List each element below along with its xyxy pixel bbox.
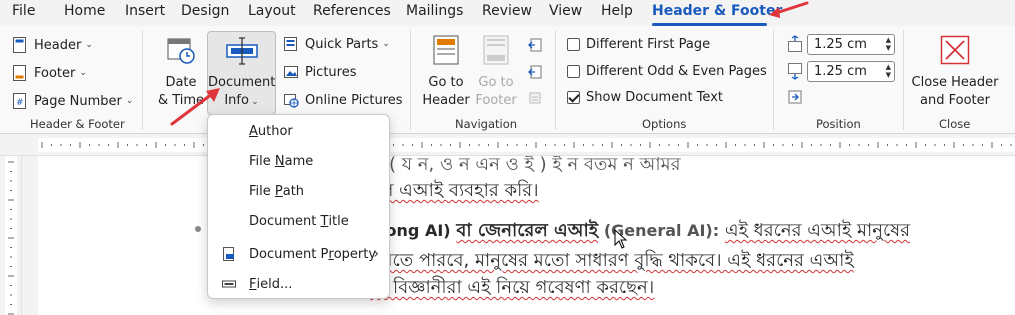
date-time-button[interactable]: Date & Time (155, 32, 207, 114)
group-label-navigation: Navigation (455, 117, 518, 131)
tab-layout[interactable]: Layout (248, 3, 296, 19)
document-line-5: বে বিজ্ঞানীরা এই নিয়ে গবেষণা করছেন। (370, 277, 655, 298)
next-section-icon[interactable] (527, 64, 543, 80)
document-line-3: trong AI) বা জেনারেল এআই (General AI): এ… (370, 220, 911, 241)
tab-view[interactable]: View (549, 3, 582, 19)
group-label-options: Options (642, 117, 687, 131)
different-odd-even-checkbox[interactable]: Different Odd & Even Pages (567, 64, 767, 79)
spinner-arrows-icon[interactable]: ▲ ▼ (886, 63, 891, 79)
close-header-footer-button[interactable]: Close Header and Footer (910, 32, 1000, 114)
menu-item-file-path[interactable]: File Path (208, 177, 389, 205)
tab-header-footer[interactable]: Header & Footer (652, 3, 782, 19)
tab-references[interactable]: References (313, 3, 391, 19)
document-info-button[interactable]: Document Info ⌄ (207, 31, 276, 115)
chevron-down-icon: ⌄ (251, 97, 259, 107)
footer-button[interactable]: Footer ⌄ (12, 64, 87, 82)
menu-bar: File Home Insert Design Layout Reference… (0, 0, 1015, 26)
tab-home[interactable]: Home (64, 3, 105, 19)
link-to-previous-icon (529, 92, 541, 104)
group-label-header-footer: Header & Footer (30, 117, 125, 131)
chevron-down-icon: ⌄ (125, 96, 134, 106)
tab-help[interactable]: Help (601, 3, 633, 19)
tab-file[interactable]: File (12, 3, 35, 19)
menu-item-file-name[interactable]: File Name (208, 147, 389, 175)
group-separator (555, 30, 556, 130)
previous-section-icon[interactable] (527, 37, 543, 53)
pictures-button[interactable]: Pictures (283, 64, 356, 80)
tab-review[interactable]: Review (482, 3, 532, 19)
online-pictures-button[interactable]: Online Pictures (283, 92, 403, 108)
bullet-point (195, 226, 201, 232)
page-number-icon: # (13, 93, 26, 109)
submenu-arrow-icon: › (373, 246, 379, 262)
svg-text:#: # (16, 98, 24, 108)
group-separator (773, 30, 774, 130)
go-to-header-button[interactable]: Go to Header (420, 32, 472, 114)
go-to-footer-icon (483, 35, 509, 65)
group-separator (410, 30, 411, 130)
header-position-icon (788, 35, 802, 52)
go-to-footer-button: Go to Footer (472, 32, 520, 114)
chevron-down-icon: ⌄ (382, 39, 390, 49)
header-from-top-input[interactable]: 1.25 cm ▲ ▼ (807, 34, 895, 55)
footer-from-bottom-input[interactable]: 1.25 cm ▲ ▼ (807, 61, 895, 82)
footer-icon (13, 65, 26, 81)
insert-alignment-tab-icon[interactable] (787, 89, 803, 105)
horizontal-ruler (0, 134, 1015, 156)
document-property-icon (223, 247, 234, 261)
group-label-close: Close (939, 117, 971, 131)
document-line-2: র্বল এআই ব্যবহার করি। (370, 180, 539, 201)
page-number-button[interactable]: # Page Number ⌄ (12, 92, 133, 110)
go-to-header-icon (433, 35, 459, 65)
ribbon: Header ⌄ Footer ⌄ # Page Number ⌄ Header & … (0, 26, 1015, 134)
quick-parts-icon (284, 37, 297, 51)
tab-mailings[interactable]: Mailings (406, 3, 463, 19)
close-icon (940, 35, 970, 65)
document-page[interactable]: ও ( য ন, ও ন এন ও ই ) ই ন বতম ন আমর র্বল… (38, 156, 1015, 315)
chevron-down-icon: ⌄ (85, 40, 93, 50)
header-icon (13, 37, 26, 53)
tab-insert[interactable]: Insert (125, 3, 165, 19)
header-button[interactable]: Header ⌄ (12, 36, 93, 54)
mouse-cursor-icon (614, 229, 628, 249)
checkbox-different-first-page[interactable] (567, 38, 580, 51)
footer-position-icon (788, 63, 802, 80)
document-info-icon (226, 37, 258, 65)
spinner-arrows-icon[interactable]: ▲ ▼ (886, 36, 891, 52)
ruler-ticks (38, 138, 1015, 152)
menu-item-field[interactable]: Field... (208, 270, 389, 298)
group-separator (142, 30, 143, 130)
different-first-page-checkbox[interactable]: Different First Page (567, 37, 710, 52)
document-info-menu: Author File Name File Path Document Titl… (207, 114, 390, 299)
tab-design[interactable]: Design (181, 3, 229, 19)
chevron-down-icon: ⌄ (79, 68, 87, 78)
vertical-ruler (0, 156, 22, 315)
vertical-ruler-ticks (5, 156, 17, 315)
show-document-text-checkbox[interactable]: Show Document Text (567, 90, 723, 105)
checkbox-show-document-text[interactable] (567, 91, 580, 104)
menu-item-document-title[interactable]: Document Title (208, 207, 389, 235)
group-label-position: Position (816, 117, 861, 131)
checkbox-different-odd-even[interactable] (567, 65, 580, 78)
online-picture-icon (284, 94, 299, 108)
group-separator (903, 30, 904, 130)
menu-item-document-property[interactable]: Document Pr operty › (208, 240, 389, 268)
picture-icon (284, 66, 298, 78)
calendar-clock-icon (167, 38, 195, 64)
field-icon (222, 280, 236, 288)
quick-parts-button[interactable]: Quick Parts ⌄ (283, 36, 390, 52)
menu-item-author[interactable]: Author (208, 117, 389, 145)
